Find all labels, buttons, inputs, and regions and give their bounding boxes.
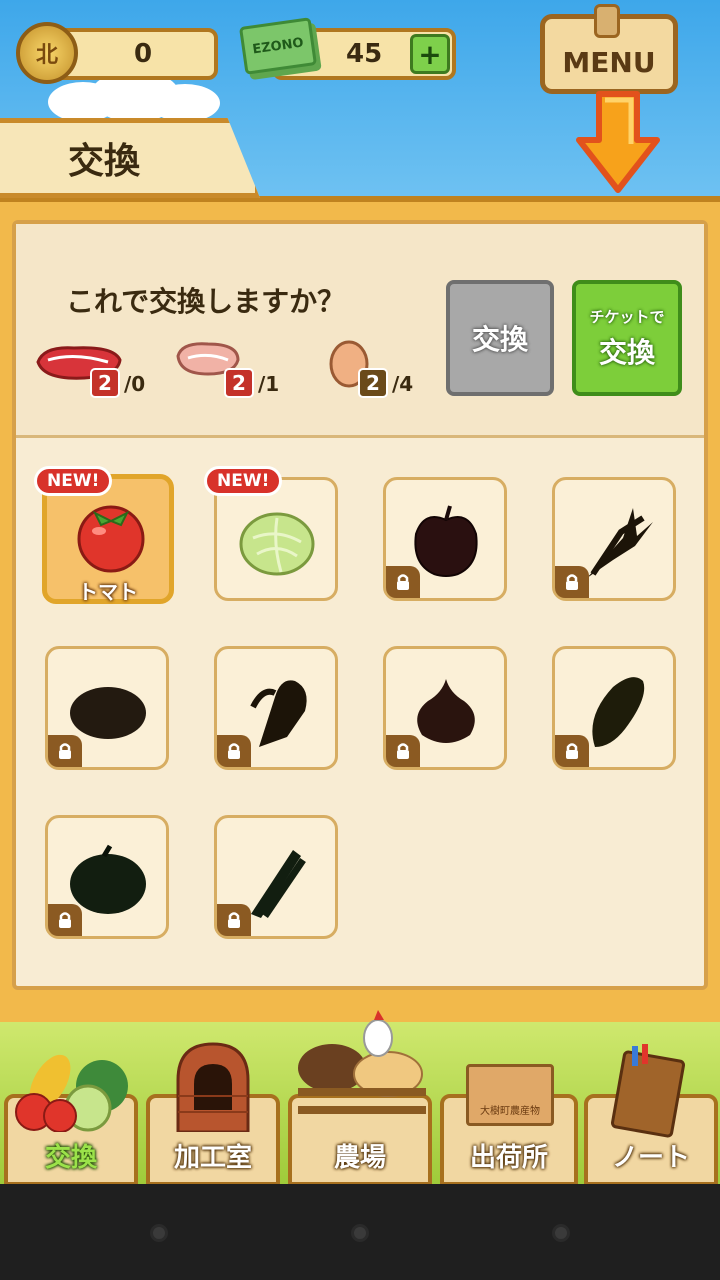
- down-arrow-icon: [576, 91, 660, 193]
- lock-icon: [48, 904, 82, 936]
- home-button[interactable]: [351, 1224, 369, 1242]
- lock-icon: [555, 566, 589, 598]
- farm-animals-icon: [298, 1010, 426, 1114]
- item-locked[interactable]: [383, 646, 507, 770]
- item-locked[interactable]: [214, 646, 338, 770]
- required-badge: 2: [358, 368, 388, 398]
- item-locked[interactable]: [45, 646, 169, 770]
- back-button[interactable]: [150, 1224, 168, 1242]
- add-tickets-button[interactable]: +: [410, 34, 450, 74]
- brick-oven-icon: [176, 1042, 250, 1132]
- exchange-button[interactable]: 交換: [446, 280, 554, 396]
- shipping-crate-icon: 大樹町農産物: [466, 1064, 554, 1126]
- vegetables-icon: [15, 1054, 128, 1132]
- coin-count: 0: [133, 39, 153, 69]
- new-badge: NEW!: [204, 466, 283, 496]
- item-label: トマト: [78, 580, 138, 604]
- ticket-icon: EZONO: [239, 17, 317, 75]
- tomato-icon: [77, 505, 145, 573]
- new-badge: NEW!: [34, 466, 113, 496]
- cloud: [150, 84, 220, 122]
- page-title: 交換: [68, 141, 141, 182]
- required-badge: 2: [224, 368, 254, 398]
- confirm-question: これで交換しますか？: [66, 285, 346, 318]
- ticket-exchange-button[interactable]: チケットで 交換: [572, 280, 682, 396]
- item-locked[interactable]: [552, 646, 676, 770]
- item-locked[interactable]: [214, 815, 338, 939]
- item-locked[interactable]: [383, 477, 507, 601]
- item-locked[interactable]: [45, 815, 169, 939]
- lock-icon: [217, 904, 251, 936]
- notebook-icon: [610, 1044, 686, 1138]
- lock-icon: [48, 735, 82, 767]
- ticket-count: 45: [346, 39, 383, 69]
- lock-icon: [386, 566, 420, 598]
- lock-icon: [386, 735, 420, 767]
- coin-icon: 北: [16, 22, 78, 84]
- item-locked[interactable]: [552, 477, 676, 601]
- recents-button[interactable]: [552, 1224, 570, 1242]
- lock-icon: [217, 735, 251, 767]
- lock-icon: [555, 735, 589, 767]
- menu-hook-icon: [594, 4, 620, 38]
- required-badge: 2: [90, 368, 120, 398]
- owned-count: /4: [392, 372, 414, 396]
- owned-count: /1: [258, 372, 280, 396]
- menu-label: MENU: [562, 46, 656, 79]
- owned-count: /0: [124, 372, 146, 396]
- cabbage-icon: [239, 512, 315, 576]
